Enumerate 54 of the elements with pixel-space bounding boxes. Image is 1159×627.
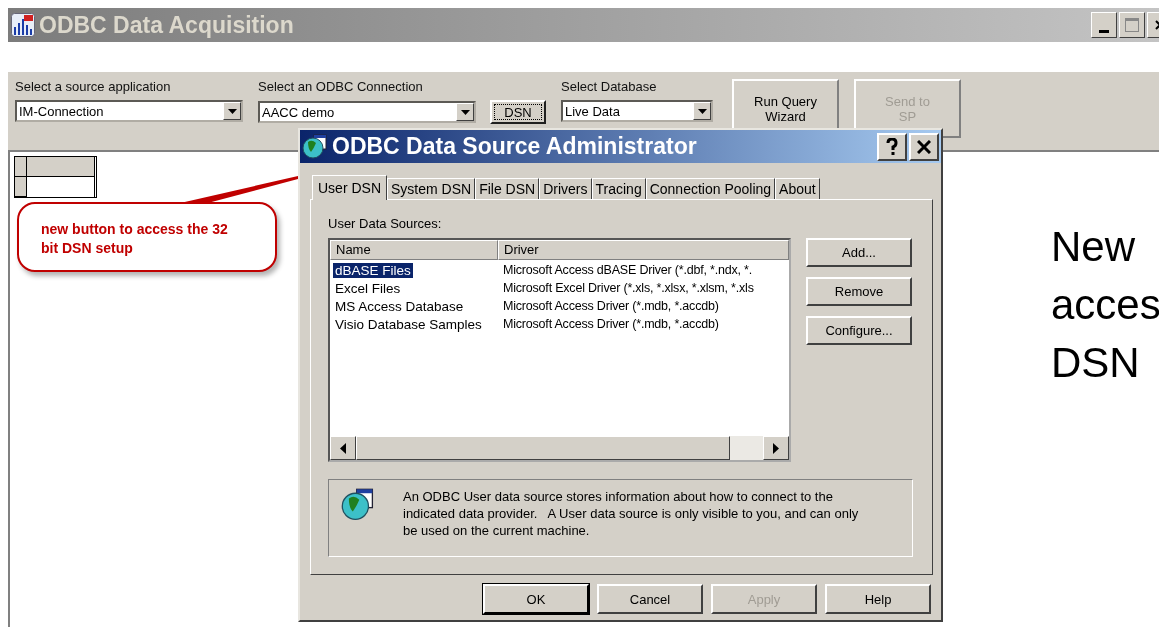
dropdown-arrow-icon	[697, 108, 707, 114]
left-arrow-icon	[340, 442, 346, 454]
slide-text: DSN	[1051, 338, 1141, 388]
globe-icon	[302, 133, 328, 160]
list-label: User Data Sources:	[328, 216, 443, 231]
tab[interactable]: Tracing	[591, 178, 646, 199]
list-item[interactable]: Visio Database Samples	[333, 316, 484, 332]
tab[interactable]: User DSN	[312, 175, 387, 200]
horizontal-scrollbar[interactable]	[330, 436, 789, 460]
callout-bubble: new button to access the 32 bit DSN setup	[17, 202, 277, 272]
field-label: Select a source application	[15, 79, 172, 94]
table-cell-text: Microsoft Access Driver (*.mdb, *.accdb)	[502, 299, 720, 313]
tab[interactable]: About	[775, 178, 820, 199]
globe-icon	[341, 488, 375, 522]
minimize-button[interactable]	[1091, 12, 1117, 38]
tab[interactable]: System DSN	[387, 178, 476, 199]
dialog-button[interactable]: Configure...	[806, 316, 912, 345]
scrollbar-thumb[interactable]	[356, 436, 730, 460]
tab[interactable]: Drivers	[539, 178, 592, 199]
tab[interactable]: File DSN	[475, 178, 540, 199]
field-label: Select Database	[561, 79, 658, 94]
dialog-button[interactable]: Cancel	[597, 584, 703, 614]
right-arrow-icon	[773, 442, 779, 454]
table-cell-text: Microsoft Access dBASE Driver (*.dbf, *.ndx, *.	[502, 263, 754, 277]
dialog-title: ODBC Data Source Administrator	[332, 133, 697, 160]
info-text: An ODBC User data source stores information about how to connect to the indicated data provider. A User data source is only visible to you, and can only be used on the current machine.	[403, 488, 860, 540]
dialog-button[interactable]: Help	[825, 584, 931, 614]
table-cell-text: Microsoft Access Driver (*.mdb, *.accdb)	[502, 317, 720, 331]
close-icon	[917, 139, 931, 154]
table-cell-text: Microsoft Excel Driver (*.xls, *.xlsx, *.xlsm, *.xls	[502, 281, 755, 295]
column-header[interactable]: Driver	[498, 240, 789, 260]
tab[interactable]: Connection Pooling	[645, 178, 776, 199]
dropdown-field[interactable]: IM-Connection	[15, 100, 243, 122]
window-title: ODBC Data Acquisition	[39, 11, 294, 39]
slide-text: New	[1051, 222, 1137, 272]
list-item[interactable]: dBASE Files	[333, 262, 413, 278]
close-button[interactable]	[909, 132, 939, 161]
dialog-button[interactable]: Remove	[806, 277, 912, 306]
list-item[interactable]: Excel Files	[333, 280, 403, 296]
dropdown-field[interactable]: AACC demo	[258, 101, 476, 123]
dialog-button[interactable]: OK	[483, 584, 589, 614]
dsn-button[interactable]: DSN	[490, 100, 546, 124]
maximize-button[interactable]	[1119, 12, 1145, 38]
dialog-button[interactable]: Add...	[806, 238, 912, 267]
dropdown-arrow-icon	[227, 108, 237, 114]
slide-text: acces	[1051, 280, 1159, 330]
field-label: Select an ODBC Connection	[258, 79, 424, 94]
dropdown-field[interactable]: Live Data	[561, 100, 713, 122]
list-item[interactable]: MS Access Database	[333, 298, 466, 314]
column-header[interactable]: Name	[330, 240, 498, 260]
help-button[interactable]	[877, 132, 907, 161]
bar-chart-icon	[11, 13, 35, 37]
dropdown-arrow-icon	[460, 109, 470, 115]
question-icon	[886, 137, 898, 156]
